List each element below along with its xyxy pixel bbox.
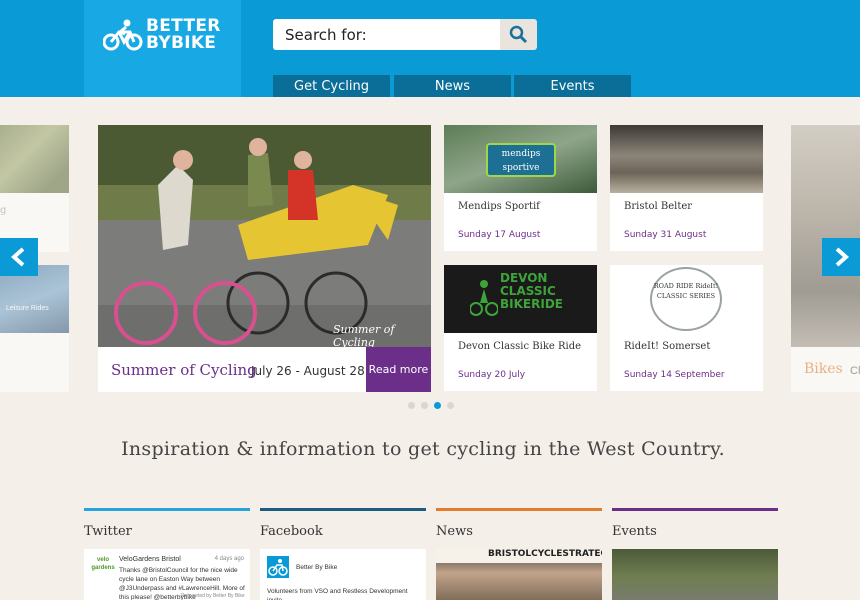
logo-text[interactable]: BETTER BYBIKE bbox=[146, 18, 221, 52]
featured-dates: July 26 - August 28 bbox=[251, 364, 365, 378]
velogardens-logo: velo gardens bbox=[91, 557, 115, 571]
twitter-bar bbox=[84, 508, 250, 511]
facebook-author[interactable]: Better By Bike bbox=[296, 564, 337, 571]
news-bar bbox=[436, 508, 602, 511]
event-image-text: mendips sportive bbox=[486, 143, 556, 177]
news-banner-text: BRISTOLCYCLESTRATEGY bbox=[488, 549, 602, 559]
featured-title[interactable]: Summer of Cycling bbox=[111, 361, 257, 379]
event-image: DEVON CLASSIC BIKERIDE bbox=[444, 265, 597, 333]
event-card[interactable]: Bristol Belter Sunday 31 August bbox=[610, 125, 763, 251]
tweet-retweet: Retweeted by Better By Bike bbox=[181, 593, 245, 599]
facebook-avatar-icon bbox=[267, 556, 289, 578]
arrow-left-icon bbox=[10, 247, 25, 267]
twitter-heading: Twitter bbox=[84, 524, 132, 539]
cyclist-icon bbox=[470, 280, 498, 316]
search-button[interactable] bbox=[500, 19, 537, 50]
search-input[interactable]: Search for: bbox=[273, 19, 500, 50]
event-title: Mendips Sportif bbox=[458, 201, 540, 212]
arrow-right-icon bbox=[835, 247, 850, 267]
news-heading: News bbox=[436, 524, 473, 539]
facebook-post-text: Volunteers from VSO and Restless Develop… bbox=[267, 588, 408, 600]
event-title: Bristol Belter bbox=[624, 201, 693, 212]
featured-image: Summer of Cycling bbox=[98, 125, 431, 347]
carousel-dot[interactable] bbox=[447, 402, 454, 409]
carousel-next-button[interactable] bbox=[822, 238, 860, 276]
events-heading: Events bbox=[612, 524, 657, 539]
featured-card[interactable]: Summer of Cycling Summer of Cycling July… bbox=[98, 125, 431, 392]
carousel-dot-active[interactable] bbox=[434, 402, 441, 409]
event-date: Sunday 20 July bbox=[458, 370, 526, 380]
facebook-feed[interactable]: Better By Bike Volunteers from VSO and R… bbox=[260, 549, 426, 600]
event-image-text: DEVON CLASSIC BIKERIDE bbox=[500, 271, 563, 311]
bike-logo-icon bbox=[103, 19, 143, 51]
events-bar bbox=[612, 508, 778, 511]
nav-tab-news[interactable]: News bbox=[394, 75, 511, 97]
nav-tab-events[interactable]: Events bbox=[514, 75, 631, 97]
event-image-text: ROAD RIDE RideIt! CLASSIC SERIES bbox=[650, 267, 722, 331]
event-card[interactable]: ROAD RIDE RideIt! CLASSIC SERIES RideIt!… bbox=[610, 265, 763, 391]
news-image[interactable]: BRISTOLCYCLESTRATEGY bbox=[436, 549, 602, 600]
event-date: Sunday 31 August bbox=[624, 230, 707, 240]
search-label: Search for: bbox=[285, 26, 367, 44]
event-card[interactable]: mendips sportive Mendips Sportif Sunday … bbox=[444, 125, 597, 251]
tweet-author[interactable]: VeloGardens Bristol bbox=[119, 556, 181, 563]
event-image: ROAD RIDE RideIt! CLASSIC SERIES bbox=[610, 265, 763, 333]
event-image bbox=[610, 125, 763, 193]
carousel-dot[interactable] bbox=[408, 402, 415, 409]
event-title: Devon Classic Bike Ride bbox=[458, 341, 582, 352]
event-image: mendips sportive bbox=[444, 125, 597, 193]
event-date: Sunday 17 August bbox=[458, 230, 541, 240]
logo-line2: BYBIKE bbox=[146, 33, 217, 53]
events-image[interactable] bbox=[612, 549, 778, 600]
featured-image-text: Summer of Cycling bbox=[333, 323, 395, 347]
facebook-heading: Facebook bbox=[260, 524, 323, 539]
event-card[interactable]: DEVON CLASSIC BIKERIDE Devon Classic Bik… bbox=[444, 265, 597, 391]
facebook-bar bbox=[260, 508, 426, 511]
carousel-dot[interactable] bbox=[421, 402, 428, 409]
carousel-prev-button[interactable] bbox=[0, 238, 38, 276]
search-icon bbox=[509, 25, 528, 44]
tagline: Inspiration & information to get cycling… bbox=[121, 438, 725, 460]
nav-tab-get-cycling[interactable]: Get Cycling bbox=[273, 75, 390, 97]
read-more-button[interactable]: Read more bbox=[366, 347, 431, 392]
twitter-feed[interactable]: velo gardens VeloGardens Bristol 4 days … bbox=[84, 549, 250, 600]
tweet-time: 4 days ago bbox=[214, 556, 244, 562]
event-title: RideIt! Somerset bbox=[624, 341, 711, 352]
event-date: Sunday 14 September bbox=[624, 370, 725, 380]
